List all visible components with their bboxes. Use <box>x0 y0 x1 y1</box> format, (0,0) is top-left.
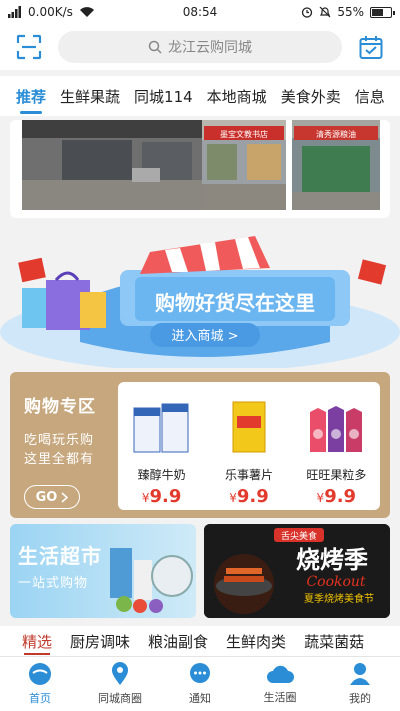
cat-featured[interactable]: 精选 <box>22 631 52 655</box>
category-tabs: 推荐 生鲜果蔬 同城114 本地商城 美食外卖 信息 <box>0 76 400 116</box>
storefront-photo-2[interactable]: 墨宝文教书店 <box>202 120 286 210</box>
alarm-icon <box>302 7 313 18</box>
bbq-tag: 舌尖美食 <box>281 530 317 542</box>
search-placeholder: 龙江云购同城 <box>168 40 252 56</box>
product-card[interactable]: 臻醇牛奶 ¥9.9 <box>118 382 205 510</box>
scan-button[interactable] <box>14 32 44 62</box>
bottom-nav: 首页 同城商圈 通知 生活圈 我的 <box>0 656 400 711</box>
shopping-zone: 购物专区 吃喝玩乐购 这里全都有 GO 臻醇牛奶 ¥9.9 乐事薯片 ¥9.9 … <box>10 372 390 518</box>
search-icon <box>148 40 162 54</box>
zone-title: 购物专区 <box>24 397 96 417</box>
bbq-subtitle: 夏季烧烤美食节 <box>304 592 374 605</box>
search-input[interactable]: 龙江云购同城 <box>58 31 342 63</box>
product-name: 臻醇牛奶 <box>137 468 186 482</box>
nav-life-circle-label: 生活圈 <box>263 691 297 704</box>
product-card[interactable]: 乐事薯片 ¥9.9 <box>205 382 292 510</box>
product-name: 旺旺果粒多 <box>306 468 367 482</box>
nav-notifications-label: 通知 <box>189 692 211 705</box>
tab-fresh-produce[interactable]: 生鲜果蔬 <box>60 86 120 107</box>
bbq-title: 烧烤季 <box>296 546 368 574</box>
mute-icon <box>319 6 331 18</box>
nav-life-circle[interactable]: 生活圈 <box>240 657 320 711</box>
home-icon <box>29 663 51 685</box>
bbq-promo[interactable]: 舌尖美食 烧烤季 Cookout 夏季烧烤美食节 <box>204 524 390 618</box>
enter-mall-button[interactable]: 进入商城 > <box>171 329 238 344</box>
nav-city-circle[interactable]: 同城商圈 <box>80 657 160 711</box>
cat-kitchen-seasoning[interactable]: 厨房调味 <box>70 631 130 652</box>
battery-level: 55% <box>337 5 364 19</box>
shop-sign-2: 清秀源粮油 <box>316 129 356 139</box>
scan-icon <box>16 34 42 60</box>
zone-subtitle-2: 这里全都有 <box>24 452 95 467</box>
signal-icon <box>8 6 21 18</box>
storefront-photo-3[interactable]: 清秀源粮油 <box>292 120 380 210</box>
bbq-english: Cookout <box>306 574 365 590</box>
product-name: 乐事薯片 <box>224 468 273 482</box>
product-price: 9.9 <box>236 486 269 507</box>
nav-profile-label: 我的 <box>349 692 371 705</box>
chevron-right-icon <box>61 491 69 503</box>
calendar-check-icon <box>359 36 383 59</box>
supermarket-promo[interactable]: 生活超市 一站式购物 <box>10 524 196 618</box>
supermarket-subtitle: 一站式购物 <box>18 576 89 591</box>
cat-vegetables-mushrooms[interactable]: 蔬菜菌菇 <box>304 631 364 652</box>
tab-info[interactable]: 信息 <box>355 86 385 107</box>
status-time: 08:54 <box>182 5 218 19</box>
go-label: GO <box>35 489 58 505</box>
product-category-strip: 精选 厨房调味 粮油副食 生鲜肉类 蔬菜菌菇 <box>0 626 400 656</box>
top-header: 龙江云购同城 <box>0 24 400 70</box>
storefront-photo-1[interactable] <box>22 120 206 210</box>
product-price: 9.9 <box>324 486 357 507</box>
product-currency: ¥ <box>141 491 150 505</box>
location-pin-icon <box>112 662 128 685</box>
battery-icon <box>370 6 395 18</box>
shop-photos: 墨宝文教书店 清秀源粮油 <box>10 120 390 218</box>
product-price: 9.9 <box>149 486 182 507</box>
nav-home[interactable]: 首页 <box>0 657 80 711</box>
nav-profile[interactable]: 我的 <box>320 657 400 711</box>
mall-banner[interactable]: 购物好货尽在这里 进入商城 > <box>0 222 400 372</box>
tab-local-mall[interactable]: 本地商城 <box>207 86 267 107</box>
product-list: 臻醇牛奶 ¥9.9 乐事薯片 ¥9.9 旺旺果粒多 ¥9.9 <box>118 382 380 510</box>
nav-city-circle-label: 同城商圈 <box>98 692 142 705</box>
cat-grain-oil[interactable]: 粮油副食 <box>148 631 208 652</box>
chips-product-image <box>232 401 266 453</box>
tab-recommend[interactable]: 推荐 <box>16 86 46 114</box>
tab-city-114[interactable]: 同城114 <box>134 86 193 107</box>
cat-fresh-meat[interactable]: 生鲜肉类 <box>226 631 286 652</box>
cloud-icon <box>267 665 294 683</box>
go-button[interactable]: GO <box>24 485 80 509</box>
network-speed: 0.00K/s <box>28 5 73 19</box>
nav-home-label: 首页 <box>29 692 51 705</box>
zone-subtitle-1: 吃喝玩乐购 <box>24 433 95 448</box>
calendar-button[interactable] <box>356 32 386 62</box>
banner-title: 购物好货尽在这里 <box>155 291 315 315</box>
groceries-image <box>110 548 193 613</box>
shop-sign-1: 墨宝文教书店 <box>220 129 268 139</box>
chat-bubble-icon <box>190 663 210 683</box>
product-card[interactable]: 旺旺果粒多 ¥9.9 <box>293 382 380 510</box>
user-icon <box>350 663 370 685</box>
wifi-icon <box>79 7 94 17</box>
supermarket-title: 生活超市 <box>18 544 102 568</box>
product-currency: ¥ <box>229 491 237 505</box>
tab-food-delivery[interactable]: 美食外卖 <box>281 86 341 107</box>
nav-notifications[interactable]: 通知 <box>160 657 240 711</box>
fruit-drink-product-image <box>310 406 363 452</box>
status-bar: 0.00K/s 08:54 55% <box>0 0 400 24</box>
milk-product-image <box>133 403 189 453</box>
